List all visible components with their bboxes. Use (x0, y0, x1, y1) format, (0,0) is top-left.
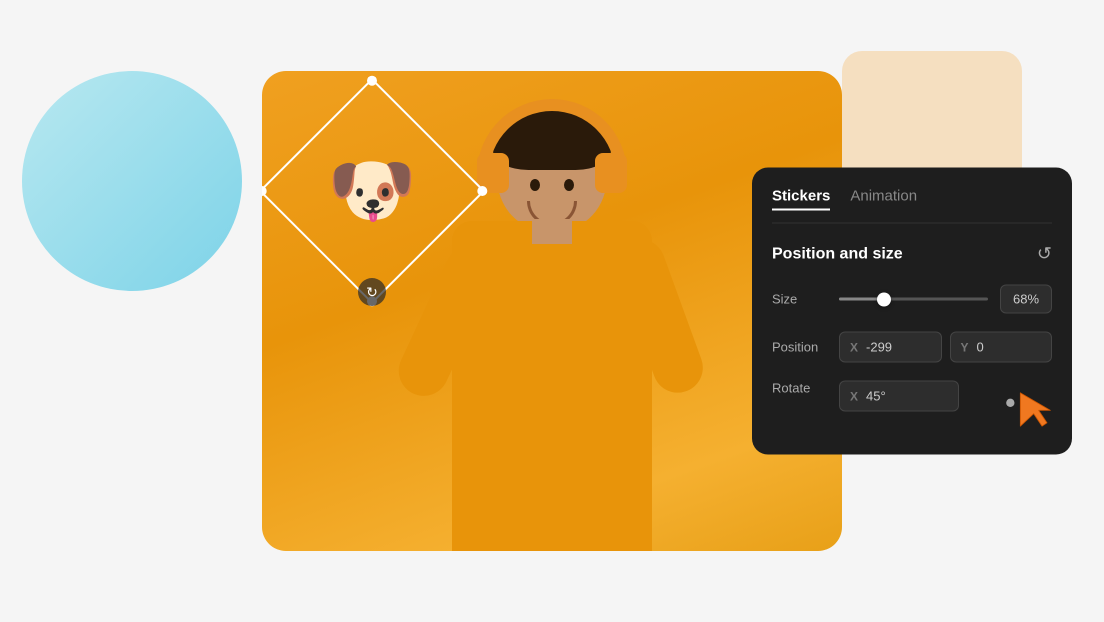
tab-animation[interactable]: Animation (850, 188, 917, 211)
sticker-container[interactable]: 🐶 ↻ (292, 111, 452, 271)
position-y-value: 0 (977, 340, 984, 355)
position-x-axis: X (850, 340, 858, 354)
bg-decoration-blue (22, 71, 242, 291)
position-field-row: Position X -299 Y 0 (772, 332, 1052, 363)
section-title: Position and size (772, 245, 903, 263)
rotate-x-value: 45° (866, 389, 886, 404)
person-eye-left (530, 179, 540, 191)
rotate-x-field[interactable]: X 45° (839, 381, 959, 412)
orange-cursor-icon (1002, 385, 1052, 435)
sticker-selection-box (262, 78, 485, 304)
position-y-axis: Y (961, 340, 969, 354)
person-eye-right (564, 179, 574, 191)
reset-button[interactable]: ↺ (1037, 244, 1052, 265)
tab-stickers[interactable]: Stickers (772, 188, 830, 211)
rotate-handle[interactable]: ↻ (358, 278, 386, 306)
headphone-right (595, 153, 627, 193)
person-neck (532, 219, 572, 244)
size-label: Size (772, 292, 827, 307)
position-x-field[interactable]: X -299 (839, 332, 942, 363)
scene: 🐶 ↻ Stickers Animation Position and size (52, 31, 1052, 591)
size-slider-track[interactable] (839, 298, 988, 301)
position-x-value: -299 (866, 340, 892, 355)
size-slider-wrapper (839, 298, 988, 301)
settings-panel: Stickers Animation Position and size ↺ S… (752, 168, 1072, 455)
handle-top-left[interactable] (365, 74, 379, 88)
section-header: Position and size ↺ (772, 244, 1052, 265)
size-value-box: 68% (1000, 285, 1052, 314)
rotate-label: Rotate (772, 381, 827, 396)
person-body (452, 221, 652, 551)
size-slider-thumb[interactable] (877, 292, 891, 306)
rotate-x-axis: X (850, 389, 858, 403)
cursor-area (1002, 385, 1052, 435)
rotate-controls: X 45° (839, 381, 990, 412)
panel-tabs: Stickers Animation (772, 188, 1052, 224)
position-y-field[interactable]: Y 0 (950, 332, 1053, 363)
handle-bottom-left[interactable] (262, 184, 269, 198)
rotate-handle-icon: ↻ (366, 284, 378, 301)
size-field-row: Size 68% (772, 285, 1052, 314)
position-inputs: X -299 Y 0 (839, 332, 1052, 363)
position-label: Position (772, 340, 827, 355)
rotate-field-row: Rotate X 45° (772, 381, 1052, 435)
